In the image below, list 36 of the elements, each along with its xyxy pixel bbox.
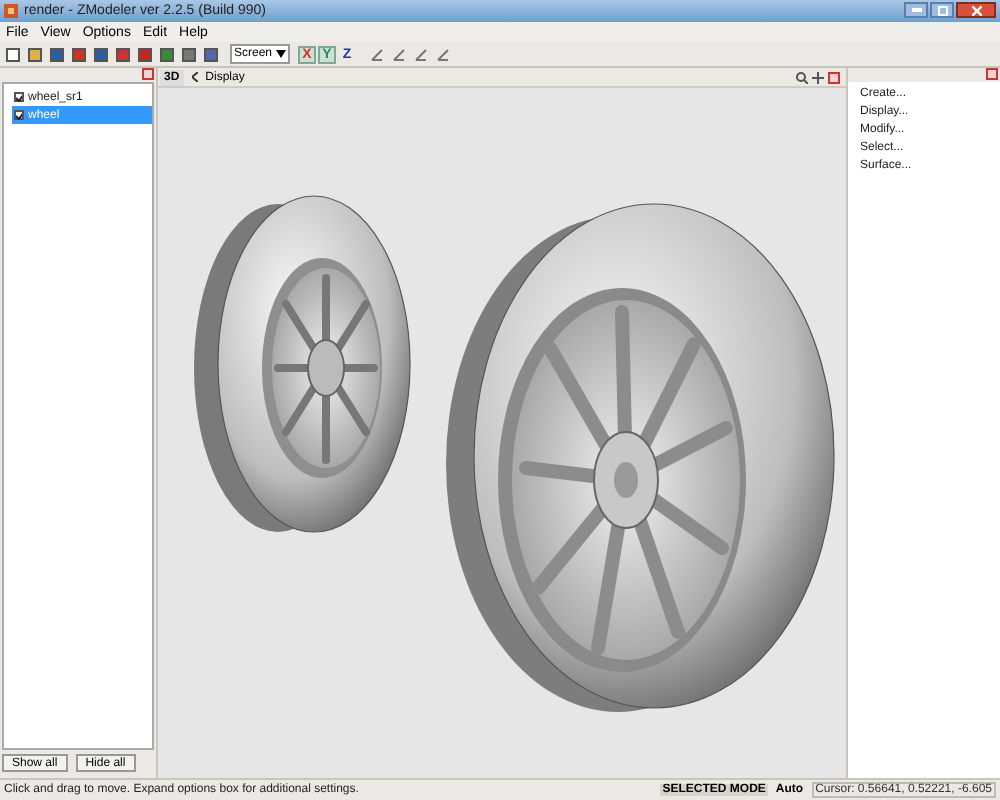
pan-icon[interactable] xyxy=(812,71,824,83)
close-icon xyxy=(971,5,981,15)
minimize-button[interactable] xyxy=(904,2,928,18)
close-button[interactable] xyxy=(956,2,996,18)
axis-icon xyxy=(435,47,450,61)
toolbar-button[interactable] xyxy=(92,45,110,63)
chevron-icon[interactable] xyxy=(191,72,198,82)
app-icon xyxy=(4,4,18,18)
visibility-checkbox[interactable] xyxy=(14,110,24,120)
maximize-button[interactable] xyxy=(930,2,954,18)
toolbar-button[interactable] xyxy=(180,45,198,63)
panel-close-icon[interactable] xyxy=(828,71,840,83)
toolbar-button[interactable] xyxy=(136,45,154,63)
axis-icon xyxy=(413,47,428,61)
toolbar-button[interactable] xyxy=(48,45,66,63)
toolbar-button[interactable] xyxy=(368,46,385,62)
maximize-icon xyxy=(937,5,947,15)
toolbar-button[interactable] xyxy=(158,45,176,63)
toolbar-button[interactable] xyxy=(26,45,44,63)
zoom-icon[interactable] xyxy=(796,71,808,83)
axis-icon xyxy=(391,47,406,61)
toolbar-button[interactable] xyxy=(434,46,451,62)
check-icon xyxy=(16,93,22,101)
axis-icon xyxy=(369,47,384,61)
visibility-checkbox[interactable] xyxy=(14,92,24,102)
toolbar-button[interactable] xyxy=(202,45,220,63)
toolbar-button[interactable] xyxy=(412,46,429,62)
panel-close-icon[interactable] xyxy=(142,68,154,80)
panel-close-icon[interactable] xyxy=(986,68,998,80)
toolbar-button[interactable] xyxy=(390,46,407,62)
dropdown-arrow-icon xyxy=(276,50,287,58)
check-icon xyxy=(16,111,22,119)
toolbar-button[interactable] xyxy=(114,45,132,63)
toolbar-button[interactable] xyxy=(70,45,88,63)
toolbar-button[interactable] xyxy=(4,45,22,63)
minimize-icon xyxy=(911,8,921,12)
